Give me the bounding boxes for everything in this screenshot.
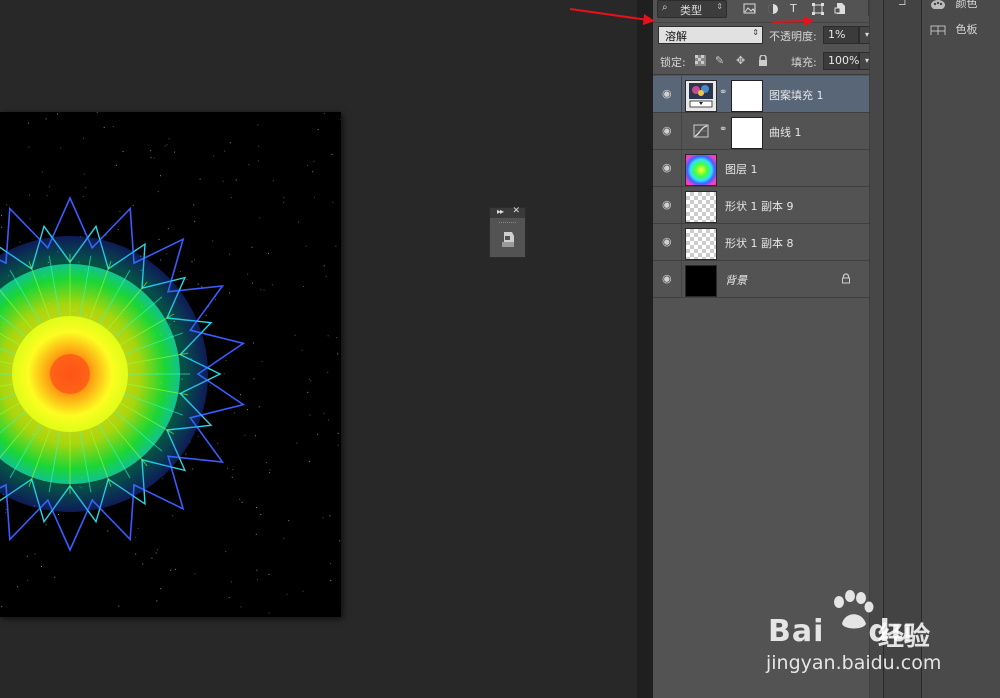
layer-row-layer1[interactable]: ◉ 图层 1 <box>653 150 869 187</box>
3d-object-icon[interactable] <box>500 230 516 248</box>
swatches-grid-icon <box>930 25 946 35</box>
dock-item-color[interactable]: 颜色 <box>930 0 978 11</box>
close-icon[interactable]: ✕ <box>512 206 520 216</box>
arrowhead <box>643 14 655 25</box>
lock-all-icon[interactable] <box>758 55 768 67</box>
panel-grip[interactable] <box>499 222 516 225</box>
color-palette-icon <box>931 0 945 9</box>
lock-label: 锁定: <box>660 56 686 69</box>
layer-row-curves[interactable]: ◉ ⚭ 曲线 1 <box>653 113 869 150</box>
visibility-eye-icon[interactable]: ◉ <box>662 272 674 285</box>
divider <box>681 150 682 186</box>
divider <box>681 224 682 260</box>
visibility-eye-icon[interactable]: ◉ <box>662 235 674 248</box>
layer-row-background[interactable]: ◉ 背景 <box>653 261 869 298</box>
layer-name[interactable]: 形状 1 副本 8 <box>725 235 794 251</box>
mini-panel-titlebar[interactable]: ▸▸ ✕ <box>490 206 525 218</box>
annotation-arrows <box>569 8 814 26</box>
layer-name[interactable]: 曲线 1 <box>769 124 802 140</box>
divider <box>681 113 682 149</box>
annotation-arrow-left <box>569 8 649 21</box>
mandala-artwork <box>0 112 341 617</box>
watermark-cn: 经验 <box>878 622 931 652</box>
divider <box>681 187 682 223</box>
layer-thumbnail[interactable] <box>685 265 717 297</box>
baidu-jingyan-watermark: Bai du 经验 jingyan.baidu.com <box>760 586 1000 698</box>
layer-name[interactable]: 图案填充 1 <box>769 87 824 103</box>
fill-input[interactable]: 100% <box>823 52 859 70</box>
lock-position-icon[interactable]: ✥ <box>736 54 745 67</box>
expand-arrows-icon[interactable]: ▸▸ <box>497 207 504 216</box>
link-chain-icon[interactable]: ⚭ <box>719 124 727 135</box>
divider <box>681 261 682 297</box>
annotation-arrow-right <box>771 20 807 23</box>
visibility-eye-icon[interactable]: ◉ <box>662 198 674 211</box>
layer-row-pattern-fill[interactable]: ◉ ⚭ 图案填充 1 <box>653 76 869 113</box>
fill-label: 填充: <box>791 56 817 69</box>
visibility-eye-icon[interactable]: ◉ <box>662 124 674 137</box>
layer-thumbnail[interactable] <box>685 80 717 112</box>
watermark-url: jingyan.baidu.com <box>766 652 942 674</box>
layer-name[interactable]: 形状 1 副本 9 <box>725 198 794 214</box>
layer-row-shape-copy-9[interactable]: ◉ 形状 1 副本 9 <box>653 187 869 224</box>
layer-mask-thumbnail[interactable] <box>731 80 763 112</box>
layer-thumbnail[interactable] <box>685 191 717 223</box>
layer-name[interactable]: 图层 1 <box>725 161 758 177</box>
layer-thumbnail[interactable] <box>685 154 717 186</box>
dock-item-swatches[interactable]: 色板 <box>930 21 978 37</box>
opacity-input[interactable]: 1% <box>823 26 859 44</box>
arrowhead <box>804 16 814 26</box>
visibility-eye-icon[interactable]: ◉ <box>662 161 674 174</box>
layer-name[interactable]: 背景 <box>725 272 747 288</box>
lock-transparent-pixels-icon[interactable] <box>695 55 706 66</box>
curves-adjustment-icon[interactable] <box>693 124 709 138</box>
layer-row-shape-copy-8[interactable]: ◉ 形状 1 副本 8 <box>653 224 869 261</box>
link-chain-icon[interactable]: ⚭ <box>719 87 727 98</box>
floating-mini-panel[interactable]: ▸▸ ✕ <box>489 206 526 258</box>
lock-image-pixels-icon[interactable]: ✎ <box>715 54 724 67</box>
smart-object-filter-icon[interactable] <box>834 2 846 15</box>
document-canvas[interactable] <box>0 112 341 617</box>
visibility-eye-icon[interactable]: ◉ <box>662 87 674 100</box>
layer-mask-thumbnail[interactable] <box>731 117 763 149</box>
panel-gutter <box>637 0 653 698</box>
lock-row: 锁定: ✎ ✥ 填充: 100% ▾ <box>653 49 875 75</box>
divider <box>681 76 682 112</box>
lock-icon <box>842 273 850 284</box>
history-icon[interactable]: ⊐ <box>898 0 906 8</box>
layer-thumbnail[interactable] <box>685 228 717 260</box>
